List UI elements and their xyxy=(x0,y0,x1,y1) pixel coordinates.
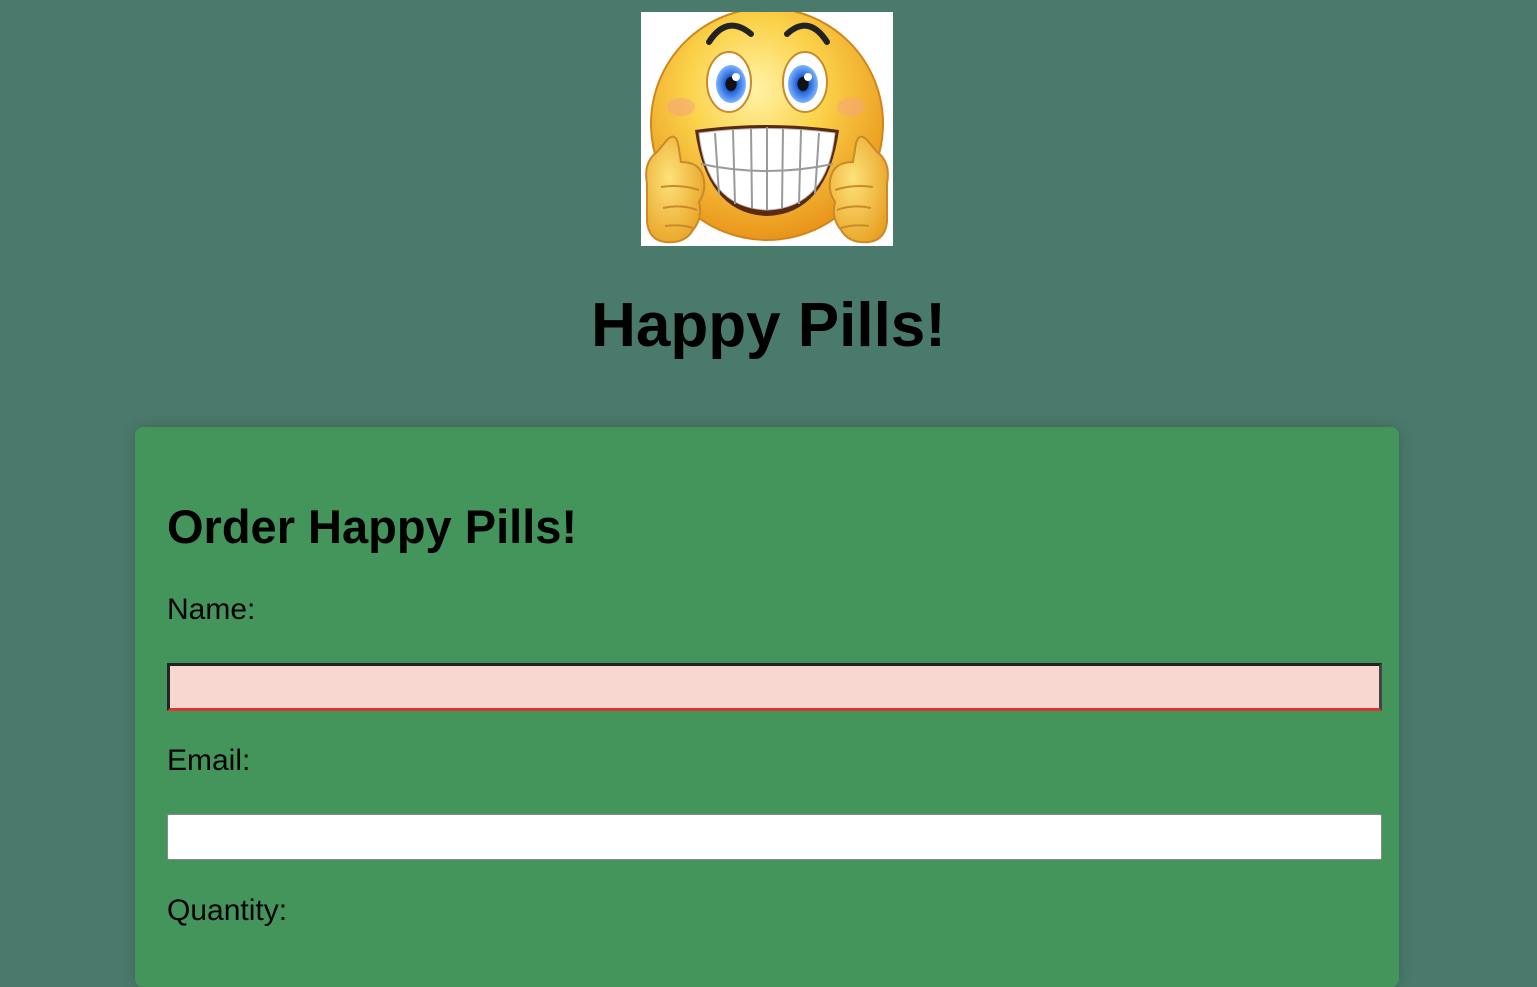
logo-image xyxy=(641,12,893,246)
email-input[interactable] xyxy=(167,814,1382,860)
email-label: Email: xyxy=(167,744,251,777)
name-label: Name: xyxy=(167,593,256,626)
smiley-thumbs-up-icon xyxy=(645,12,889,244)
order-form: Order Happy Pills! Name: Email: Quantity… xyxy=(135,427,1399,987)
page-title: Happy Pills! xyxy=(591,291,946,360)
form-title: Order Happy Pills! xyxy=(167,500,578,553)
name-input[interactable] xyxy=(167,663,1382,711)
quantity-label: Quantity: xyxy=(167,894,288,927)
